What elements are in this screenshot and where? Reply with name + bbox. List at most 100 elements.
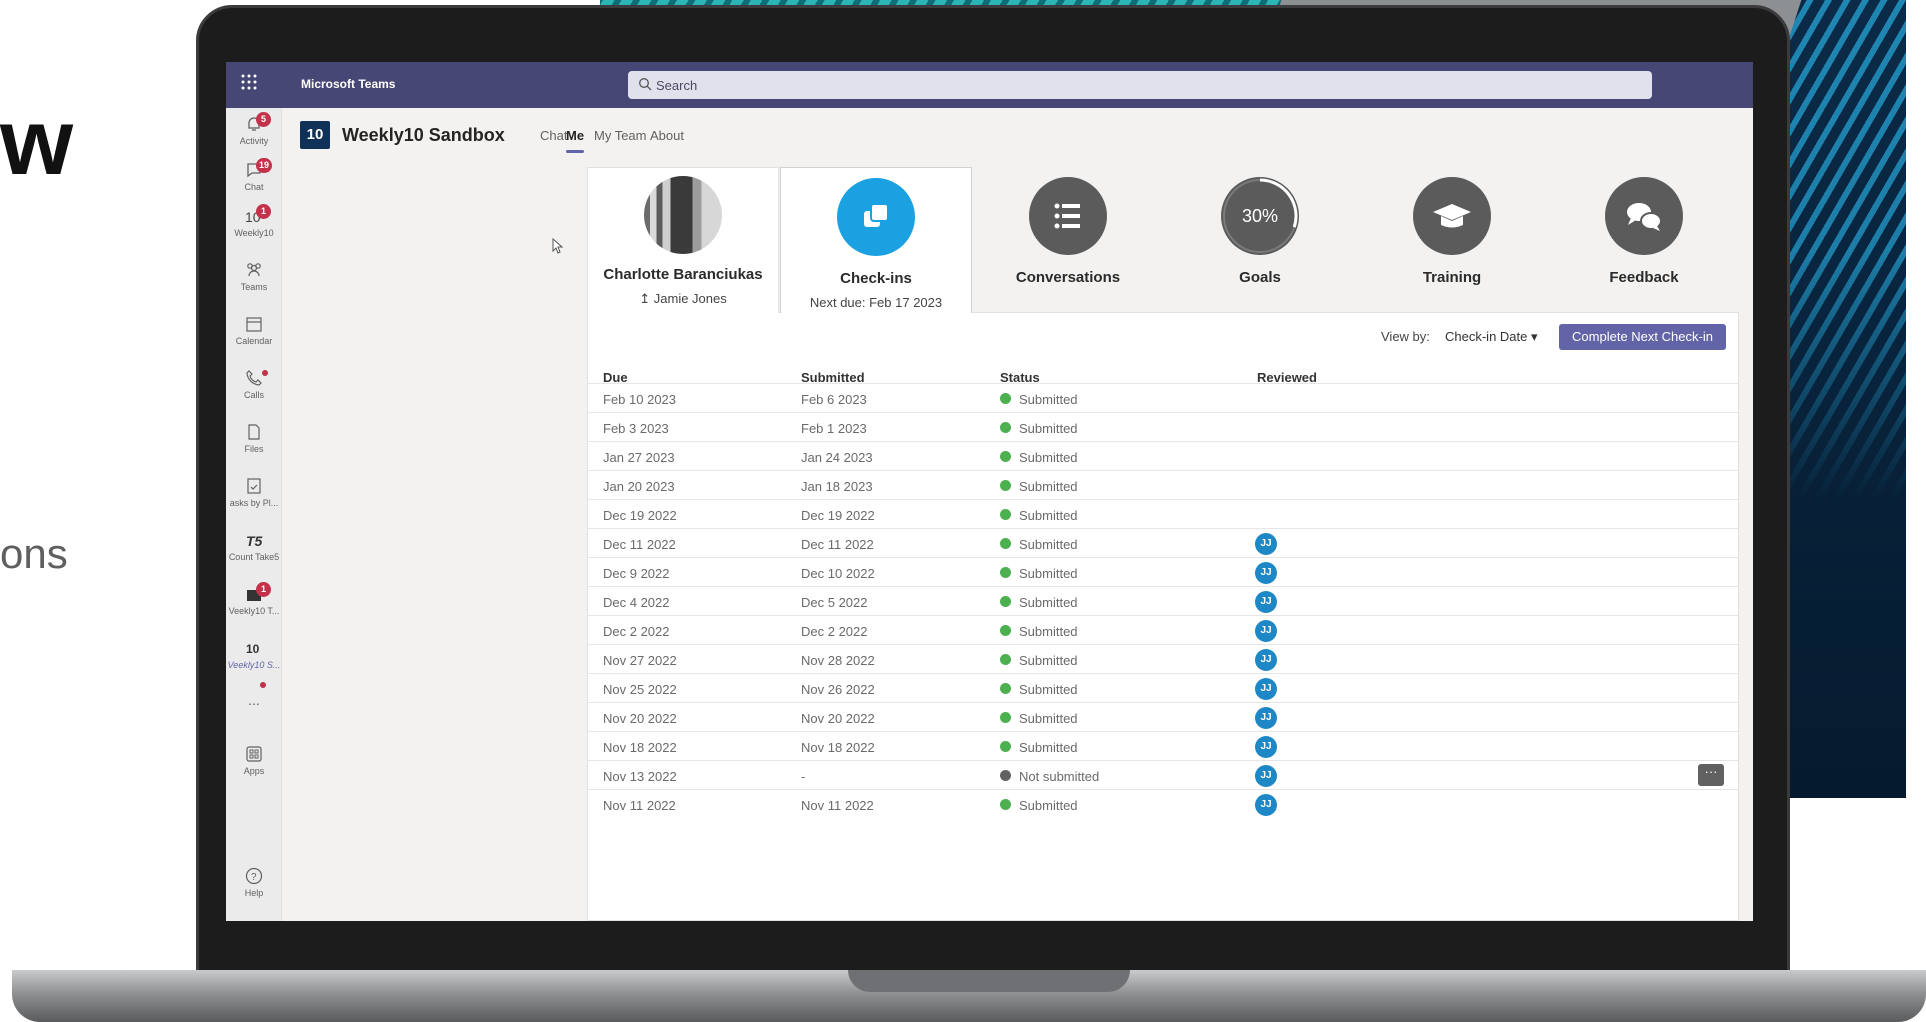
- reviewer-avatar[interactable]: JJ: [1255, 533, 1277, 555]
- reviewer-avatar[interactable]: JJ: [1255, 591, 1277, 613]
- reviewer-avatar[interactable]: JJ: [1255, 620, 1277, 642]
- rail-item-apps[interactable]: Apps: [226, 740, 282, 790]
- reviewer-avatar[interactable]: JJ: [1255, 765, 1277, 787]
- due-date-cell: Feb 3 2023: [603, 421, 669, 436]
- submitted-date-cell: Nov 11 2022: [801, 798, 874, 813]
- submitted-date-cell: Dec 10 2022: [801, 566, 875, 581]
- status-cell: Submitted: [1019, 595, 1078, 610]
- rail-item-teams[interactable]: Teams: [226, 256, 282, 306]
- rail-item-more[interactable]: ...: [226, 682, 282, 732]
- row-more-options-icon[interactable]: ···: [1698, 764, 1724, 786]
- card-checkins[interactable]: Check-ins Next due: Feb 17 2023: [780, 167, 972, 313]
- reviewer-avatar[interactable]: JJ: [1255, 678, 1277, 700]
- status-cell: Submitted: [1019, 479, 1078, 494]
- svg-text:10: 10: [246, 642, 260, 656]
- rail-label: Veekly10 T...: [228, 606, 280, 616]
- table-row[interactable]: Dec 19 2022 Dec 19 2022 Submitted: [588, 499, 1738, 528]
- file-icon: [248, 424, 260, 440]
- weekly10-logo: 10: [300, 121, 330, 149]
- reviewer-avatar[interactable]: JJ: [1255, 707, 1277, 729]
- search-placeholder: Search: [656, 78, 698, 93]
- status-cell: Submitted: [1019, 798, 1078, 813]
- rail-item-take5[interactable]: T5 Count Take5: [226, 526, 282, 576]
- rail-label: Weekly10: [234, 228, 274, 238]
- manager-link[interactable]: ↥ Jamie Jones: [588, 291, 778, 307]
- apps-icon: [246, 746, 262, 762]
- teams-brand-label: Microsoft Teams: [301, 77, 396, 91]
- view-by-label: View by:: [1381, 329, 1430, 344]
- rail-item-weekly10[interactable]: 10 1 Weekly10: [226, 202, 282, 252]
- tab-my-team[interactable]: My Team: [594, 128, 647, 143]
- search-input[interactable]: Search: [628, 71, 1652, 99]
- view-by-dropdown[interactable]: Check-in Date ▾: [1445, 329, 1538, 345]
- submitted-date-cell: Feb 1 2023: [801, 421, 867, 436]
- status-cell: Submitted: [1019, 711, 1078, 726]
- take5-icon: T5: [246, 533, 263, 549]
- table-row[interactable]: Dec 9 2022 Dec 10 2022 Submitted JJ: [588, 557, 1738, 586]
- table-row[interactable]: Jan 27 2023 Jan 24 2023 Submitted: [588, 441, 1738, 470]
- rail-item-chat[interactable]: 19 Chat: [226, 156, 282, 206]
- due-date-cell: Feb 10 2023: [603, 392, 677, 407]
- submitted-date-cell: Feb 6 2023: [801, 392, 867, 407]
- table-row[interactable]: Nov 20 2022 Nov 20 2022 Submitted JJ: [588, 702, 1738, 731]
- rail-label: Files: [244, 444, 264, 454]
- status-dot-icon: [1000, 480, 1011, 491]
- status-cell: Submitted: [1019, 421, 1078, 436]
- status-cell: Submitted: [1019, 450, 1078, 465]
- rail-item-activity[interactable]: 5 Activity: [226, 110, 282, 160]
- tab-about[interactable]: About: [650, 128, 684, 143]
- teams-top-bar: Microsoft Teams Search: [226, 62, 1753, 108]
- status-cell: Submitted: [1019, 392, 1078, 407]
- table-row[interactable]: Nov 27 2022 Nov 28 2022 Submitted JJ: [588, 644, 1738, 673]
- rail-item-help[interactable]: ? Help: [226, 862, 282, 912]
- list-icon: [1029, 177, 1107, 255]
- table-row[interactable]: Feb 10 2023 Feb 6 2023 Submitted: [588, 383, 1738, 412]
- submitted-date-cell: Nov 26 2022: [801, 682, 875, 697]
- status-cell: Submitted: [1019, 508, 1078, 523]
- rail-item-calls[interactable]: Calls: [226, 364, 282, 414]
- card-feedback[interactable]: Feedback: [1548, 167, 1740, 313]
- rail-label: Apps: [243, 766, 265, 776]
- card-goals[interactable]: 30% Goals: [1164, 167, 1356, 313]
- table-row[interactable]: Nov 13 2022 - Not submitted JJ ···: [588, 760, 1738, 789]
- table-row[interactable]: Dec 11 2022 Dec 11 2022 Submitted JJ: [588, 528, 1738, 557]
- table-row[interactable]: Feb 3 2023 Feb 1 2023 Submitted: [588, 412, 1738, 441]
- tab-chat[interactable]: Chat: [540, 128, 567, 143]
- complete-next-checkin-button[interactable]: Complete Next Check-in: [1559, 324, 1726, 350]
- reviewer-avatar[interactable]: JJ: [1255, 794, 1277, 816]
- rail-label: Calendar: [235, 336, 273, 346]
- card-training[interactable]: Training: [1356, 167, 1548, 313]
- laptop-notch: [848, 970, 1130, 992]
- rail-item-files[interactable]: Files: [226, 418, 282, 468]
- status-dot-icon: [1000, 422, 1011, 433]
- reviewer-avatar[interactable]: JJ: [1255, 736, 1277, 758]
- status-dot-icon: [1000, 712, 1011, 723]
- card-conversations[interactable]: Conversations: [972, 167, 1164, 313]
- rail-item-calendar[interactable]: Calendar: [226, 310, 282, 360]
- status-dot-icon: [1000, 451, 1011, 462]
- due-date-cell: Dec 9 2022: [603, 566, 670, 581]
- rail-item-tasks[interactable]: asks by Pl...: [226, 472, 282, 522]
- status-dot-icon: [1000, 393, 1011, 404]
- rail-item-weekly10-team[interactable]: 1 Veekly10 T...: [226, 580, 282, 630]
- status-dot-icon: [1000, 741, 1011, 752]
- tab-me[interactable]: Me: [566, 128, 584, 143]
- table-row[interactable]: Dec 4 2022 Dec 5 2022 Submitted JJ: [588, 586, 1738, 615]
- reviewer-avatar[interactable]: JJ: [1255, 649, 1277, 671]
- goals-progress-label: 30%: [1242, 206, 1278, 226]
- active-tab-indicator: [566, 150, 584, 153]
- waffle-icon[interactable]: [238, 73, 260, 95]
- table-row[interactable]: Nov 11 2022 Nov 11 2022 Submitted JJ: [588, 789, 1738, 818]
- profile-card[interactable]: Charlotte Baranciukas ↥ Jamie Jones: [587, 167, 779, 313]
- rail-item-weekly10-sandbox[interactable]: 10 Veekly10 S...: [226, 634, 282, 684]
- reviewer-avatar[interactable]: JJ: [1255, 562, 1277, 584]
- table-row[interactable]: Jan 20 2023 Jan 18 2023 Submitted: [588, 470, 1738, 499]
- status-dot-icon: [1000, 509, 1011, 520]
- table-row[interactable]: Nov 18 2022 Nov 18 2022 Submitted JJ: [588, 731, 1738, 760]
- status-dot-icon: [1000, 799, 1011, 810]
- training-title: Training: [1422, 269, 1482, 286]
- table-row[interactable]: Nov 25 2022 Nov 26 2022 Submitted JJ: [588, 673, 1738, 702]
- table-row[interactable]: Dec 2 2022 Dec 2 2022 Submitted JJ: [588, 615, 1738, 644]
- speech-bubbles-icon: [1605, 177, 1683, 255]
- svg-text:T5: T5: [246, 533, 263, 549]
